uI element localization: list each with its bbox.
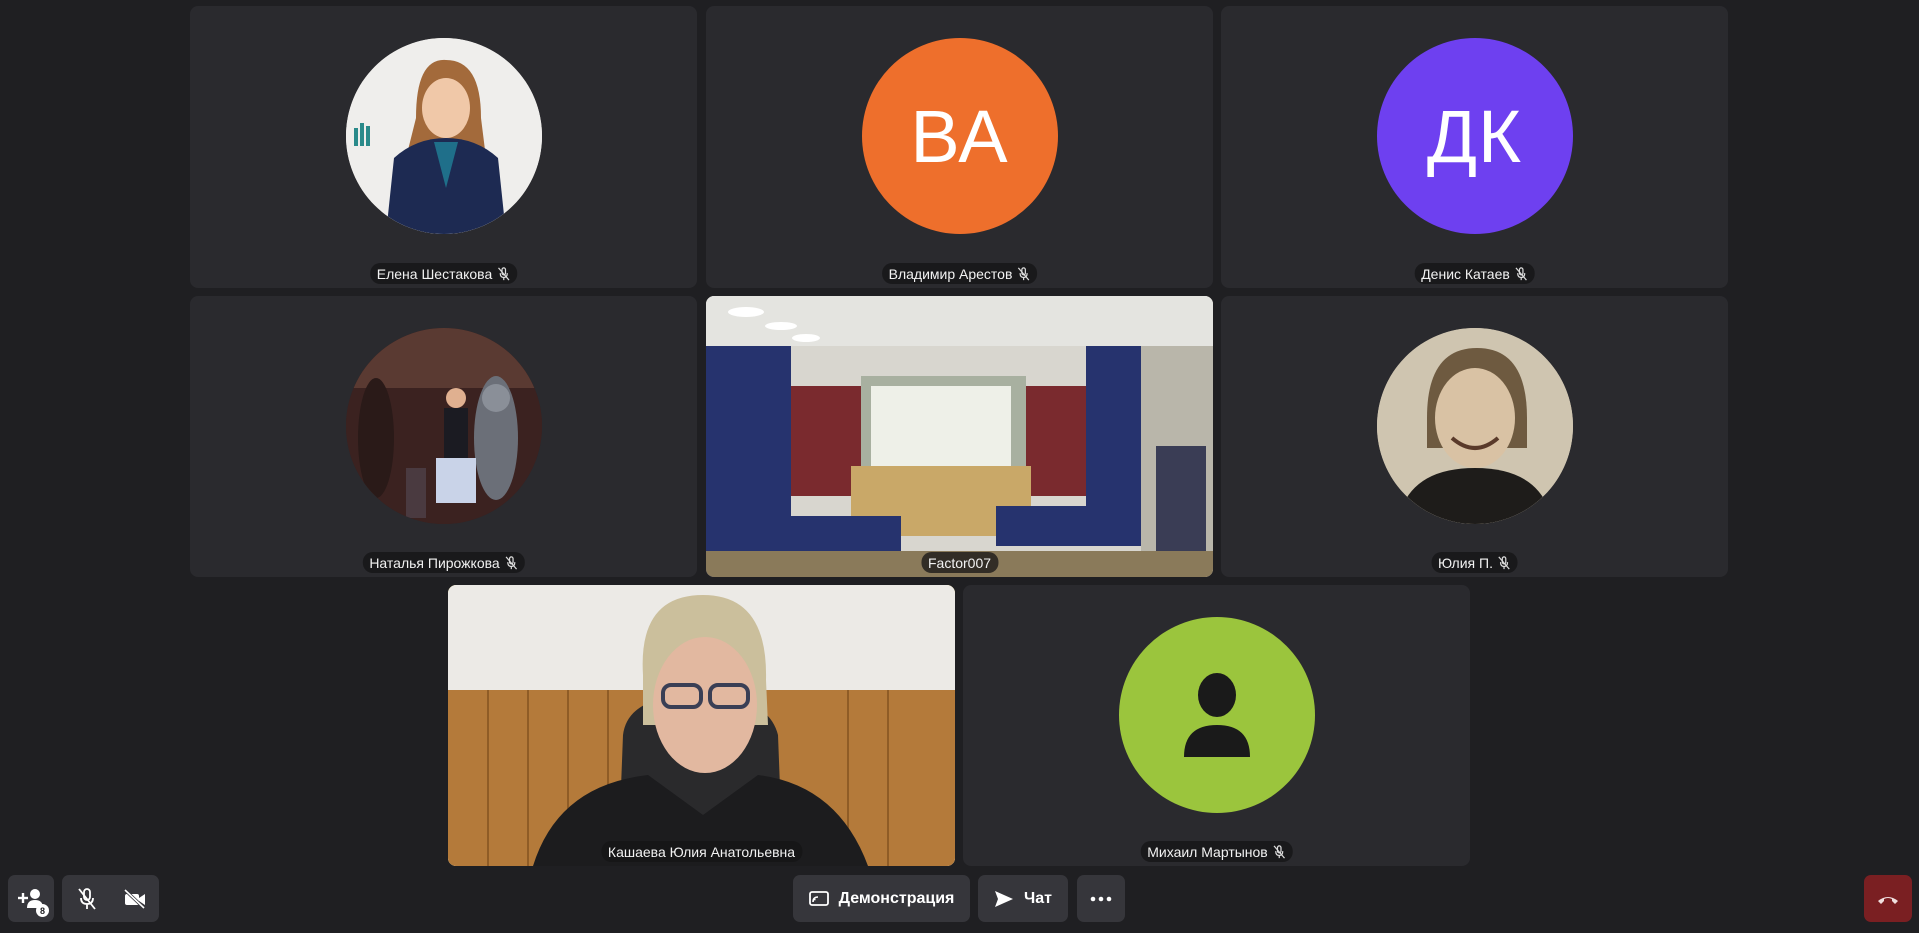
participant-tile[interactable]: ВА Владимир Арестов	[706, 6, 1213, 288]
more-options-button[interactable]	[1077, 875, 1125, 922]
participant-name: Юлия П.	[1438, 554, 1493, 571]
microphone-toggle-button[interactable]	[63, 875, 111, 922]
participant-avatar-initials: ДК	[1376, 38, 1573, 234]
participant-avatar-photo	[1376, 328, 1573, 524]
participant-avatar-photo	[345, 328, 542, 524]
participant-name: Елена Шестакова	[376, 265, 493, 282]
invite-participants-button[interactable]: 8	[8, 875, 54, 922]
participant-name: Владимир Арестов	[888, 265, 1013, 282]
mic-off-icon	[1273, 844, 1285, 859]
participants-count-badge: 8	[36, 904, 49, 917]
participant-tile[interactable]: Елена Шестакова	[190, 6, 697, 288]
chat-button[interactable]: Чат	[978, 875, 1068, 922]
avatar-initials: ДК	[1426, 94, 1523, 178]
mic-off-icon	[1515, 266, 1528, 281]
participant-avatar-placeholder	[1118, 617, 1315, 813]
participant-name-chip: Юлия П.	[1431, 552, 1518, 573]
participant-name-chip: Наталья Пирожкова	[362, 552, 525, 573]
more-dots-icon	[1090, 896, 1112, 901]
participant-name-chip: Кашаева Юлия Анатольевна	[600, 841, 803, 862]
participant-tile[interactable]: Наталья Пирожкова	[190, 296, 697, 577]
mic-off-icon	[1498, 555, 1511, 570]
mic-off-icon	[505, 555, 517, 570]
avatar-initials: ВА	[910, 94, 1009, 178]
camera-toggle-button[interactable]	[111, 875, 159, 922]
participant-name-chip: Михаил Мартынов	[1140, 841, 1293, 862]
participant-name-chip: Factor007	[920, 552, 999, 573]
participant-video	[448, 585, 955, 866]
mic-off-icon	[498, 266, 510, 281]
chat-label: Чат	[1024, 889, 1052, 907]
participant-name-chip: Владимир Арестов	[881, 263, 1038, 284]
participant-name: Наталья Пирожкова	[369, 554, 500, 571]
participant-avatar-photo	[345, 38, 542, 234]
participant-name: Денис Катаев	[1421, 265, 1510, 282]
end-call-button[interactable]	[1864, 875, 1912, 922]
participant-name-chip: Денис Катаев	[1414, 263, 1535, 284]
screen-share-icon	[808, 890, 829, 906]
hang-up-icon	[1878, 896, 1898, 904]
participant-name-chip: Елена Шестакова	[369, 263, 518, 284]
participant-tile[interactable]: Михаил Мартынов	[963, 585, 1470, 866]
participant-video	[706, 296, 1213, 577]
participant-avatar-initials: ВА	[861, 38, 1058, 234]
screen-share-button[interactable]: Демонстрация	[793, 875, 970, 922]
participant-tile-speaking[interactable]: Кашаева Юлия Анатольевна	[448, 585, 955, 866]
participant-name: Кашаева Юлия Анатольевна	[607, 843, 796, 860]
camera-off-icon	[123, 888, 145, 909]
participant-tile[interactable]: ДК Денис Катаев	[1221, 6, 1728, 288]
media-controls-group	[62, 875, 159, 922]
mic-off-icon	[77, 887, 96, 910]
screen-share-label: Демонстрация	[838, 889, 955, 907]
participant-name: Михаил Мартынов	[1147, 843, 1268, 860]
user-silhouette-icon	[1183, 673, 1250, 757]
participant-tile[interactable]: Юлия П.	[1221, 296, 1728, 577]
participant-tile[interactable]: Factor007	[706, 296, 1213, 577]
participant-name: Factor007	[927, 554, 992, 571]
send-icon	[995, 890, 1013, 907]
mic-off-icon	[1018, 266, 1030, 281]
